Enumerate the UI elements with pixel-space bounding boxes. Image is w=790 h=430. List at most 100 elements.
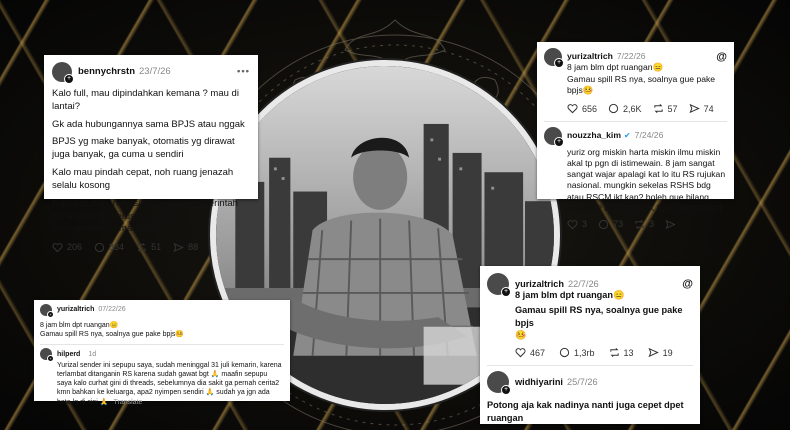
avatar[interactable] <box>544 126 564 147</box>
reply-text: Potong aja kak nadinya nanti juga cepet … <box>487 399 684 423</box>
post-text-line: BPJS yg make banyak, otomatis yg dirawat… <box>52 136 235 161</box>
engagement-bar: 656 2,6K 57 74 <box>567 103 727 115</box>
post-date: 25/7/26 <box>567 376 598 387</box>
more-options-icon[interactable]: ••• <box>237 66 250 79</box>
reply-body: Yurizal sender ini sepupu saya, sudah me… <box>57 362 282 406</box>
repost-count: 57 <box>667 103 678 114</box>
reply-text: Yurizal sender ini sepupu saya, sudah me… <box>40 361 284 406</box>
share-count: 88 <box>188 242 199 253</box>
verified-badge-icon: ✔ <box>623 130 631 140</box>
card-author: bennychrstn 23/7/26 <box>52 62 171 84</box>
repost-icon <box>609 348 619 358</box>
reply-text: yuriz org miskin harta miskin ilmu miski… <box>567 146 726 213</box>
comment-card-bennychrstn: bennychrstn 23/7/26 ••• Kalo full, mau d… <box>44 55 258 252</box>
username[interactable]: yurizaltrich <box>57 305 94 314</box>
share-button[interactable]: 19 <box>648 347 673 359</box>
share-button[interactable]: 74 <box>689 103 714 115</box>
repost-count: 13 <box>623 347 634 358</box>
comment-button[interactable]: 73 <box>598 218 623 230</box>
comment-icon <box>94 242 105 252</box>
comment-button[interactable]: 834 <box>94 241 124 253</box>
post-text-line: Gamau spill RS nya, soalnya gue pake bpj… <box>567 73 716 96</box>
repost-button[interactable]: 3 <box>634 218 654 230</box>
post-body: 8 jam blm dpt ruangan😑 Gamau spill RS ny… <box>487 289 693 359</box>
reply-header: hilperd 1d <box>40 348 284 363</box>
heart-icon <box>52 242 63 253</box>
repost-button[interactable]: 57 <box>653 103 678 115</box>
repost-icon <box>635 219 644 229</box>
comment-card-yurizaltrich-widhiyarini: yurizaltrich 22/7/26 @ 8 jam blm dpt rua… <box>480 266 700 424</box>
comment-count: 2,6K <box>623 103 642 114</box>
comment-count: 1,3rb <box>574 347 595 358</box>
repost-count: 3 <box>649 218 655 229</box>
engagement-bar: 467 1,3rb 13 19 <box>515 347 693 359</box>
post-text-line: Gamau spill RS nya, soalnya gue pake bpj… <box>515 305 683 328</box>
comment-icon <box>598 219 609 229</box>
share-icon <box>689 104 700 114</box>
share-button[interactable]: 88 <box>173 241 198 253</box>
post-text-line: 8 jam blm dpt ruangan😑 <box>567 62 664 72</box>
repost-icon <box>653 104 663 114</box>
comment-card-yurizaltrich-nouzzha: yurizaltrich 7/22/26 @ 8 jam blm dpt rua… <box>537 42 734 229</box>
like-count: 206 <box>67 242 83 253</box>
post-date: 07/22/26 <box>98 306 126 314</box>
post-text-line: Ngeselin dah, nakes/RS bahkan pemerintah… <box>52 197 238 235</box>
share-icon <box>665 219 676 229</box>
like-count: 467 <box>530 347 546 358</box>
engagement-bar: 3 73 3 <box>544 218 727 230</box>
post-text-line: Kalo mau pindah cepat, noh ruang jenazah… <box>52 167 234 191</box>
reply-header: nouzzha_kim ✔ 7/24/26 <box>544 126 727 147</box>
like-count: 656 <box>582 103 598 114</box>
avatar[interactable] <box>487 273 511 297</box>
like-button[interactable]: 656 <box>567 103 597 115</box>
username[interactable]: bennychrstn <box>78 66 135 79</box>
comment-icon <box>559 348 570 358</box>
repost-button[interactable]: 13 <box>609 347 634 359</box>
avatar[interactable] <box>52 62 74 84</box>
post-date: 23/7/26 <box>139 65 171 77</box>
comment-button[interactable]: 1,3rb <box>559 347 595 359</box>
repost-count: 51 <box>151 242 162 253</box>
comment-button[interactable]: 2,6K <box>608 103 642 115</box>
post-date: 7/24/26 <box>634 130 664 141</box>
divider <box>544 120 727 122</box>
avatar[interactable] <box>487 370 511 395</box>
heart-icon <box>515 348 526 358</box>
post-date: 1d <box>88 350 97 358</box>
card-header: yurizaltrich 07/22/26 <box>40 304 284 318</box>
like-button[interactable]: 206 <box>52 241 82 253</box>
heart-icon <box>567 104 578 114</box>
username[interactable]: nouzzha_kim <box>567 130 621 142</box>
divider <box>487 364 693 366</box>
repost-icon <box>137 242 146 252</box>
share-button[interactable] <box>665 219 676 230</box>
share-icon <box>173 242 184 252</box>
post-body: 8 jam blm dpt ruangan😑 Gamau spill RS ny… <box>544 62 727 115</box>
comment-card-yurizaltrich-hilperd: yurizaltrich 07/22/26 8 jam blm dpt ruan… <box>34 300 290 406</box>
threads-logo-icon: @ <box>716 50 727 63</box>
comment-count: 73 <box>613 218 624 229</box>
avatar[interactable] <box>40 348 54 363</box>
post-text-line: 🤒 <box>515 330 527 341</box>
share-count: 19 <box>662 347 673 358</box>
engagement-bar: 206 834 51 88 <box>52 241 250 253</box>
username[interactable]: hilperd <box>57 350 80 359</box>
username[interactable]: widhiyarini <box>515 376 563 388</box>
heart-icon <box>567 219 578 229</box>
post-text-line: Gk ada hubungannya sama BPJS atau nggak <box>52 118 245 130</box>
post-text-line: 8 jam blm dpt ruangan😑 <box>40 322 119 329</box>
post-text-line: 8 jam blm dpt ruangan😑 <box>515 290 625 300</box>
translate-link[interactable]: Translate <box>113 399 142 406</box>
post-text-line: Gamau spill RS nya, soalnya gue pake bpj… <box>40 331 185 339</box>
avatar[interactable] <box>40 304 54 318</box>
like-button[interactable]: 467 <box>515 347 545 359</box>
avatar[interactable] <box>544 48 564 68</box>
like-count: 3 <box>582 218 588 229</box>
comment-icon <box>608 104 619 114</box>
repost-button[interactable]: 51 <box>136 241 161 253</box>
card-header: bennychrstn 23/7/26 ••• <box>52 62 250 84</box>
like-button[interactable]: 3 <box>567 218 587 230</box>
reply-header: widhiyarini 25/7/26 <box>487 370 693 395</box>
divider <box>40 344 284 346</box>
share-icon <box>648 348 659 358</box>
